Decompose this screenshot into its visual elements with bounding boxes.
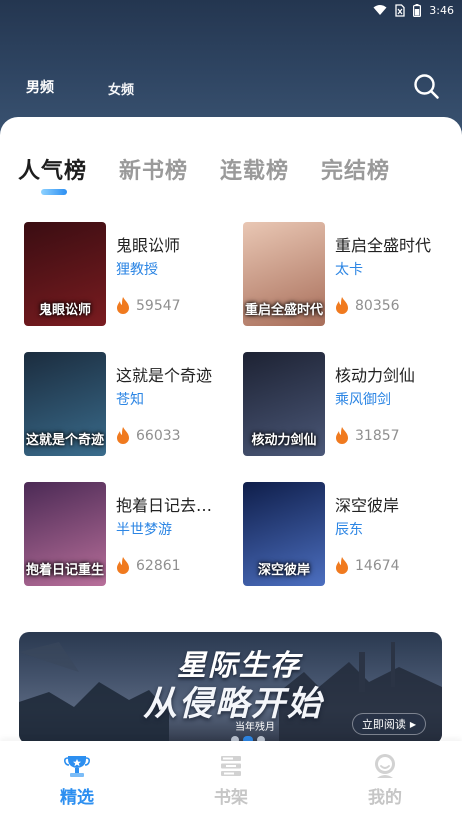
tab-male[interactable]: 男频: [26, 77, 54, 97]
cover-title: 核动力剑仙: [251, 433, 317, 448]
book-title: 抱着日记去…: [116, 496, 213, 515]
no-sim-icon: [395, 3, 405, 17]
user-icon: [375, 754, 395, 778]
book-title: 核动力剑仙: [335, 366, 416, 385]
book-cover: 深空彼岸: [243, 482, 325, 586]
book-cover: 抱着日记重生: [24, 482, 106, 586]
book-author[interactable]: 乘风御剑: [335, 389, 391, 409]
book-author[interactable]: 狸教授: [116, 259, 158, 279]
promo-banner[interactable]: 星际生存 从侵略开始 当年残月 立即阅读 ▶: [19, 632, 442, 744]
book-card[interactable]: 深空彼岸 深空彼岸 辰东 14674: [243, 482, 453, 588]
book-card[interactable]: 抱着日记重生 抱着日记去… 半世梦游 62861: [24, 482, 234, 588]
book-cover: 重启全盛时代: [243, 222, 325, 326]
book-card[interactable]: 核动力剑仙 核动力剑仙 乘风御剑 31857: [243, 352, 453, 458]
cover-title: 鬼眼讼师: [38, 303, 91, 318]
cover-title: 抱着日记重生: [25, 563, 104, 578]
book-author[interactable]: 辰东: [335, 519, 363, 539]
book-cover: 这就是个奇迹: [24, 352, 106, 456]
book-cover: 鬼眼讼师: [24, 222, 106, 326]
tab-new-books[interactable]: 新书榜: [119, 153, 188, 193]
heat-value: 14674: [355, 557, 400, 574]
gender-tabs: 男频 女频: [26, 76, 134, 98]
heat-value: 59547: [136, 297, 181, 314]
active-tab-indicator: [41, 189, 67, 195]
banner-author: 当年残月: [235, 722, 275, 733]
status-time: 3:46: [429, 3, 454, 17]
battery-icon: [413, 3, 422, 17]
status-bar: 3:46: [0, 0, 462, 20]
heat-value: 80356: [355, 297, 400, 314]
banner-title-line2: 从侵略开始: [143, 684, 323, 724]
book-cover: 核动力剑仙: [243, 352, 325, 456]
cover-title: 这就是个奇迹: [25, 433, 104, 448]
nav-bookshelf-label: 书架: [214, 788, 248, 808]
wifi-icon: [373, 5, 387, 15]
book-card[interactable]: 重启全盛时代 重启全盛时代 太卡 80356: [243, 222, 453, 328]
nav-featured[interactable]: 精选: [0, 741, 154, 823]
nav-profile[interactable]: 我的: [308, 741, 462, 823]
book-title: 这就是个奇迹: [116, 366, 213, 385]
nav-featured-label: 精选: [60, 788, 94, 808]
flame-icon: [117, 297, 129, 314]
flame-icon: [336, 557, 348, 574]
heat-count: 80356: [335, 297, 400, 314]
book-title: 重启全盛时代: [335, 236, 432, 255]
play-arrow-icon: ▶: [409, 719, 417, 729]
cover-title: 深空彼岸: [257, 563, 310, 578]
cover-title: 重启全盛时代: [244, 303, 323, 318]
heat-value: 62861: [136, 557, 181, 574]
flame-icon: [117, 557, 129, 574]
heat-count: 14674: [335, 557, 400, 574]
heat-value: 31857: [355, 427, 400, 444]
heat-value: 66033: [136, 427, 181, 444]
tab-serializing[interactable]: 连载榜: [220, 153, 289, 193]
search-icon[interactable]: [412, 72, 440, 100]
heat-count: 31857: [335, 427, 400, 444]
tab-female[interactable]: 女频: [108, 79, 134, 98]
flame-icon: [336, 427, 348, 444]
trophy-icon: [64, 756, 90, 777]
book-author[interactable]: 太卡: [335, 259, 363, 279]
heat-count: 62861: [116, 557, 181, 574]
nav-profile-label: 我的: [368, 788, 402, 808]
book-title: 鬼眼讼师: [116, 236, 181, 255]
heat-count: 59547: [116, 297, 181, 314]
read-now-label: 立即阅读: [361, 718, 406, 731]
rank-tabs: 人气榜 新书榜 连载榜 完结榜: [18, 153, 462, 193]
heat-count: 66033: [116, 427, 181, 444]
flame-icon: [117, 427, 129, 444]
book-title: 深空彼岸: [335, 496, 400, 515]
read-now-button[interactable]: 立即阅读 ▶: [352, 713, 426, 735]
book-author[interactable]: 苍知: [116, 389, 144, 409]
flame-icon: [336, 297, 348, 314]
bottom-nav: 精选 书架 我的: [0, 741, 462, 823]
bookshelf-icon: [221, 756, 241, 776]
tab-completed[interactable]: 完结榜: [321, 153, 390, 193]
book-card[interactable]: 鬼眼讼师 鬼眼讼师 狸教授 59547: [24, 222, 234, 328]
book-card[interactable]: 这就是个奇迹 这就是个奇迹 苍知 66033: [24, 352, 234, 458]
nav-bookshelf[interactable]: 书架: [154, 741, 308, 823]
book-author[interactable]: 半世梦游: [116, 519, 172, 539]
tab-popular[interactable]: 人气榜: [18, 153, 87, 193]
